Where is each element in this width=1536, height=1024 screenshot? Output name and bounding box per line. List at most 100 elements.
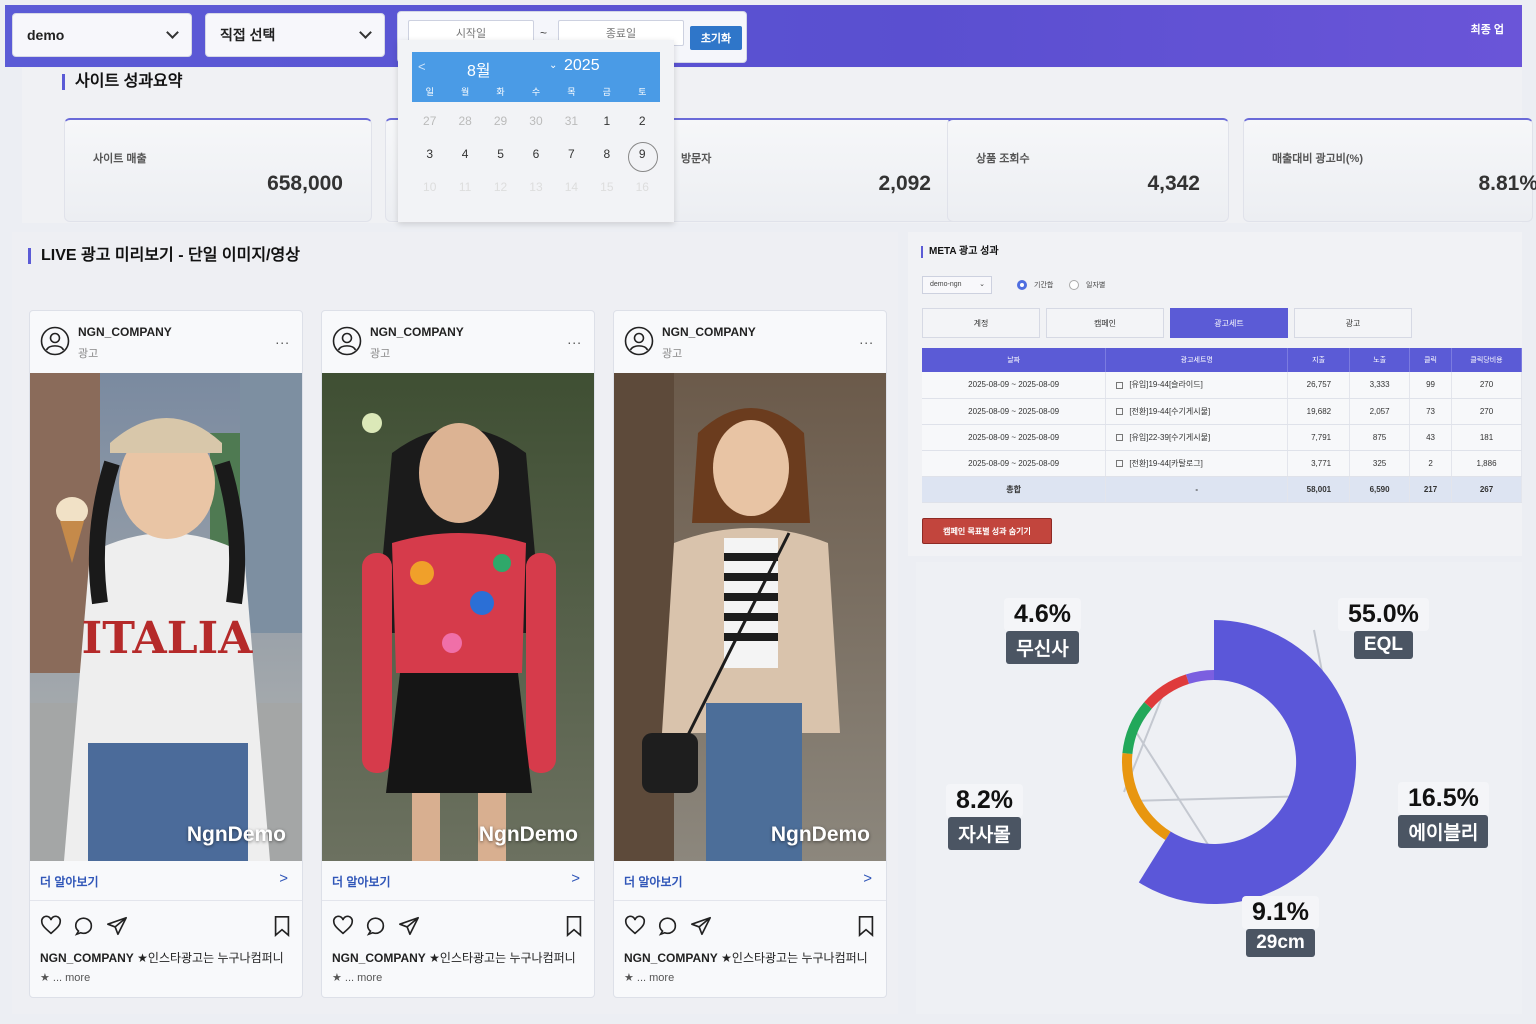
calendar-day[interactable]: 4 <box>447 139 482 172</box>
comment-icon[interactable] <box>365 915 387 937</box>
tab-account[interactable]: 계정 <box>922 308 1040 338</box>
meta-account-select[interactable]: demo-ngn ⌄ <box>922 276 992 294</box>
account-name[interactable]: NGN_COMPANY <box>370 325 464 339</box>
calendar-day[interactable]: 29 <box>483 106 518 139</box>
post-caption: NGN_COMPANY ★인스타광고는 누구나컴퍼니 <box>332 949 592 966</box>
cell-adset-name: [유입]19-44[슬라이드] <box>1105 372 1289 399</box>
calendar-day-selected[interactable]: 9 <box>625 139 660 172</box>
date-range-separator: ~ <box>540 26 548 40</box>
bookmark-icon[interactable] <box>272 915 292 937</box>
weekday-label: 목 <box>567 87 576 97</box>
more-options-icon[interactable]: ... <box>859 331 874 347</box>
caption-text: ★인스타광고는 누구나컴퍼니 <box>429 951 576 965</box>
total-cpc: 267 <box>1451 476 1522 503</box>
more-options-icon[interactable]: ... <box>567 331 582 347</box>
slice-name: 무신사 <box>1006 631 1079 664</box>
calendar-day[interactable]: 6 <box>518 139 553 172</box>
live-ad-preview-section: LIVE 광고 미리보기 - 단일 이미지/영상 NGN_COMPANY 광고 … <box>12 232 898 1014</box>
calendar-day[interactable]: 16 <box>625 172 660 205</box>
ad-image[interactable]: NgnDemo <box>322 373 594 861</box>
column-header[interactable]: 노출 <box>1349 348 1411 372</box>
bookmark-icon[interactable] <box>564 915 584 937</box>
column-header[interactable]: 광고세트명 <box>1105 348 1289 372</box>
send-icon[interactable] <box>690 915 712 937</box>
column-header[interactable]: 클릭당비용 <box>1451 348 1522 372</box>
donut-slice[interactable] <box>1138 620 1357 904</box>
row-checkbox[interactable] <box>1116 381 1124 389</box>
calendar-day[interactable]: 31 <box>554 106 589 139</box>
calendar-day[interactable]: 3 <box>412 139 447 172</box>
learn-more-link[interactable]: 더 알아보기 > <box>30 861 302 901</box>
calendar-day[interactable]: 7 <box>554 139 589 172</box>
comment-icon[interactable] <box>73 915 95 937</box>
learn-more-link[interactable]: 더 알아보기 > <box>322 861 594 901</box>
more-options-icon[interactable]: ... <box>275 331 290 347</box>
watermark: NgnDemo <box>770 823 870 846</box>
tab-campaign[interactable]: 캠페인 <box>1046 308 1164 338</box>
ad-image[interactable]: ITALIA NgnDemo <box>30 373 302 861</box>
sponsored-label: 광고 <box>662 348 683 360</box>
post-actions <box>624 915 878 939</box>
column-header[interactable]: 클릭 <box>1409 348 1453 372</box>
calendar-day[interactable]: 15 <box>589 172 624 205</box>
user-circle-icon <box>332 326 362 356</box>
cell-cpc: 1,886 <box>1451 450 1522 477</box>
caption-more[interactable]: ★ ... more <box>624 971 674 984</box>
account-name[interactable]: NGN_COMPANY <box>78 325 172 339</box>
send-icon[interactable] <box>398 915 420 937</box>
calendar-day[interactable]: 12 <box>483 172 518 205</box>
post-caption: NGN_COMPANY ★인스타광고는 누구나컴퍼니 <box>40 949 300 966</box>
reset-button[interactable]: 초기화 <box>690 26 742 50</box>
ad-photo-illustration: ITALIA <box>30 373 302 861</box>
calendar-day[interactable]: 27 <box>412 106 447 139</box>
calendar-day[interactable]: 8 <box>589 139 624 172</box>
date-picker-calendar: < 8월 ⌄ 2025 일 월 화 수 목 금 토 27 28 29 30 31… <box>398 40 674 222</box>
row-checkbox[interactable] <box>1116 459 1124 467</box>
calendar-day[interactable]: 10 <box>412 172 447 205</box>
hide-campaign-goal-button[interactable]: 캠페인 목표별 성과 숨기기 <box>922 518 1052 544</box>
chevron-left-icon[interactable]: < <box>418 59 426 74</box>
comment-icon[interactable] <box>657 915 679 937</box>
calendar-day[interactable]: 1 <box>589 106 624 139</box>
calendar-day[interactable]: 5 <box>483 139 518 172</box>
column-header[interactable]: 날짜 <box>922 348 1107 372</box>
heart-icon[interactable] <box>332 915 354 937</box>
bookmark-icon[interactable] <box>856 915 876 937</box>
calendar-week: 27 28 29 30 31 1 2 <box>412 106 660 139</box>
heart-icon[interactable] <box>624 915 646 937</box>
account-name[interactable]: NGN_COMPANY <box>662 325 756 339</box>
radio-daily[interactable] <box>1069 280 1079 290</box>
calendar-day[interactable]: 2 <box>625 106 660 139</box>
donut-slice[interactable] <box>1144 674 1189 709</box>
heart-icon[interactable] <box>40 915 62 937</box>
calendar-month[interactable]: 8월 <box>467 57 491 81</box>
caption-more[interactable]: ★ ... more <box>332 971 382 984</box>
ad-image[interactable]: NgnDemo <box>614 373 886 861</box>
calendar-weekdays: 일 월 화 수 목 금 토 <box>412 82 660 102</box>
tab-ad[interactable]: 광고 <box>1294 308 1412 338</box>
donut-slice[interactable] <box>1186 670 1214 684</box>
tab-adset[interactable]: 광고세트 <box>1170 308 1288 338</box>
chevron-right-icon: > <box>863 870 872 887</box>
calendar-year[interactable]: 2025 <box>564 57 600 75</box>
calendar-day[interactable]: 28 <box>447 106 482 139</box>
row-checkbox[interactable] <box>1116 433 1124 441</box>
calendar-day[interactable]: 30 <box>518 106 553 139</box>
direct-select[interactable]: 직접 선택 <box>205 13 385 57</box>
direct-select-value: 직접 선택 <box>220 27 276 43</box>
adset-name: [유입]22-39[수기게시물] <box>1129 432 1211 442</box>
caption-more[interactable]: ★ ... more <box>40 971 90 984</box>
chevron-down-icon[interactable]: ⌄ <box>549 60 557 71</box>
chevron-down-icon <box>359 26 372 39</box>
calendar-day[interactable]: 11 <box>447 172 482 205</box>
account-select[interactable]: demo <box>12 13 192 57</box>
send-icon[interactable] <box>106 915 128 937</box>
donut-slice[interactable] <box>1121 753 1171 840</box>
donut-slice[interactable] <box>1122 702 1152 754</box>
row-checkbox[interactable] <box>1116 407 1124 415</box>
radio-period-sum[interactable] <box>1017 280 1027 290</box>
calendar-day[interactable]: 13 <box>518 172 553 205</box>
calendar-day[interactable]: 14 <box>554 172 589 205</box>
learn-more-link[interactable]: 더 알아보기 > <box>614 861 886 901</box>
column-header[interactable]: 지출 <box>1287 348 1351 372</box>
